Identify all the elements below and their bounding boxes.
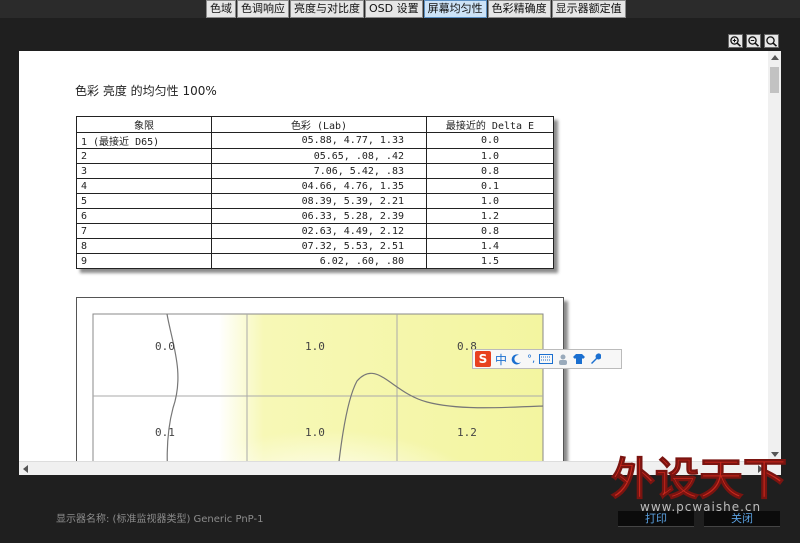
- delta-e-cell: 1.0: [426, 193, 554, 209]
- tab-bar: 色域 色调响应 亮度与对比度 OSD 设置 屏幕均匀性 色彩精确度 显示器额定值: [0, 0, 800, 18]
- sogou-logo-icon[interactable]: S: [475, 351, 491, 367]
- tab-osd-settings[interactable]: OSD 设置: [365, 0, 423, 18]
- quadrant-cell: 8: [76, 238, 212, 254]
- zoom-fit-button[interactable]: [764, 34, 779, 48]
- lab-cell: 02.63, 4.49, 2.12: [211, 223, 427, 239]
- vertical-scroll-thumb[interactable]: [770, 67, 779, 93]
- zoom-out-icon: [748, 36, 760, 47]
- zoom-in-button[interactable]: [728, 34, 743, 48]
- table-row: 2 05.65, .08, .42 1.0: [76, 148, 554, 164]
- zoom-in-icon: [730, 36, 742, 47]
- user-icon[interactable]: [557, 353, 569, 365]
- shirt-icon[interactable]: [573, 353, 586, 365]
- map-value-6: 1.2: [457, 426, 477, 439]
- quadrant-cell: 9: [76, 253, 212, 269]
- tab-monitor-rating[interactable]: 显示器额定值: [551, 0, 626, 18]
- column-header-delta-e: 最接近的 Delta E: [426, 116, 554, 133]
- lab-cell: 05.88, 4.77, 1.33: [211, 132, 427, 149]
- table-row: 6 06.33, 5.28, 2.39 1.2: [76, 208, 554, 224]
- zoom-fit-icon: [766, 36, 778, 47]
- delta-e-cell: 1.5: [426, 253, 554, 269]
- lab-cell: 08.39, 5.39, 2.21: [211, 193, 427, 209]
- table-row: 9 6.02, .60, .80 1.5: [76, 253, 554, 269]
- table-row: 5 08.39, 5.39, 2.21 1.0: [76, 193, 554, 209]
- quadrant-cell: 5: [76, 193, 212, 209]
- quadrant-cell: 2: [76, 148, 212, 164]
- quadrant-cell: 6: [76, 208, 212, 224]
- table-row: 3 7.06, 5.42, .83 0.8: [76, 163, 554, 179]
- uniformity-map: 0.0 1.0 0.8 0.1 1.0 1.2: [76, 297, 564, 461]
- watermark-url: www.pcwaishe.cn: [640, 500, 762, 514]
- report-title: 色彩 亮度 的均匀性 100%: [75, 84, 217, 98]
- keyboard-icon[interactable]: [539, 354, 554, 364]
- tab-screen-uniformity[interactable]: 屏幕均匀性: [423, 0, 487, 18]
- uniformity-map-canvas: 0.0 1.0 0.8 0.1 1.0 1.2: [92, 313, 544, 461]
- lab-cell: 7.06, 5.42, .83: [211, 163, 427, 179]
- column-header-quadrant: 象限: [76, 116, 212, 133]
- lab-cell: 6.02, .60, .80: [211, 253, 427, 269]
- zoom-out-button[interactable]: [746, 34, 761, 48]
- lab-table-container: 象限 色彩 (Lab) 最接近的 Delta E 1 (最接近 D65) 05.…: [76, 116, 554, 269]
- quadrant-cell: 3: [76, 163, 212, 179]
- quadrant-cell: 7: [76, 223, 212, 239]
- lab-cell: 07.32, 5.53, 2.51: [211, 238, 427, 254]
- delta-e-cell: 1.0: [426, 148, 554, 164]
- moon-icon[interactable]: [511, 353, 523, 365]
- lab-table: 象限 色彩 (Lab) 最接近的 Delta E 1 (最接近 D65) 05.…: [76, 116, 554, 269]
- ime-toolbar[interactable]: S 中 °,: [472, 349, 622, 369]
- quadrant-cell: 1 (最接近 D65): [76, 132, 212, 149]
- table-row: 8 07.32, 5.53, 2.51 1.4: [76, 238, 554, 254]
- lab-cell: 04.66, 4.76, 1.35: [211, 178, 427, 194]
- table-row: 4 04.66, 4.76, 1.35 0.1: [76, 178, 554, 194]
- quadrant-cell: 4: [76, 178, 212, 194]
- punctuation-icon[interactable]: °,: [527, 354, 535, 365]
- delta-e-cell: 0.1: [426, 178, 554, 194]
- vertical-scrollbar[interactable]: [768, 51, 781, 461]
- tab-tone-response[interactable]: 色调响应: [237, 0, 289, 18]
- lab-cell: 06.33, 5.28, 2.39: [211, 208, 427, 224]
- monitor-name-label: 显示器名称: (标准监视器类型) Generic PnP-1: [56, 514, 264, 525]
- report-view: 色彩 亮度 的均匀性 100% 象限 色彩 (Lab) 最接近的 Delta E…: [19, 51, 781, 461]
- wrench-icon[interactable]: [589, 353, 602, 365]
- delta-e-cell: 0.8: [426, 163, 554, 179]
- column-header-lab: 色彩 (Lab): [211, 116, 427, 133]
- scroll-left-arrow-icon[interactable]: [23, 465, 28, 473]
- delta-e-cell: 0.0: [426, 132, 554, 149]
- tabs-container: 色域 色调响应 亮度与对比度 OSD 设置 屏幕均匀性 色彩精确度 显示器额定值: [206, 0, 627, 18]
- tab-gamut[interactable]: 色域: [206, 0, 236, 18]
- delta-e-cell: 1.2: [426, 208, 554, 224]
- watermark-logo: 外设天下: [611, 454, 788, 506]
- table-row: 7 02.63, 4.49, 2.12 0.8: [76, 223, 554, 239]
- watermark-text: 外设天下: [611, 454, 787, 505]
- delta-e-cell: 0.8: [426, 223, 554, 239]
- map-value-5: 1.0: [305, 426, 325, 439]
- tab-brightness-contrast[interactable]: 亮度与对比度: [290, 0, 364, 18]
- delta-e-cell: 1.4: [426, 238, 554, 254]
- map-value-4: 0.1: [155, 426, 175, 439]
- lab-cell: 05.65, .08, .42: [211, 148, 427, 164]
- table-header-row: 象限 色彩 (Lab) 最接近的 Delta E: [76, 116, 554, 133]
- map-value-2: 1.0: [305, 340, 325, 353]
- scroll-up-arrow-icon[interactable]: [771, 55, 779, 60]
- table-row: 1 (最接近 D65) 05.88, 4.77, 1.33 0.0: [76, 132, 554, 149]
- tab-color-accuracy[interactable]: 色彩精确度: [487, 0, 551, 18]
- ime-mode-toggle[interactable]: 中: [495, 351, 507, 368]
- map-value-1: 0.0: [155, 340, 175, 353]
